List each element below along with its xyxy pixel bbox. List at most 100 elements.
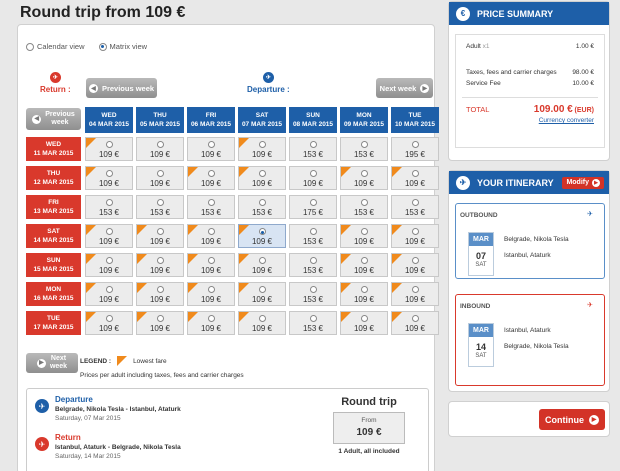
fare-radio[interactable] <box>156 170 164 177</box>
fare-radio[interactable] <box>207 315 215 322</box>
fare-cell[interactable]: 153 € <box>340 137 388 161</box>
fare-radio[interactable] <box>360 257 368 264</box>
fare-radio[interactable] <box>207 228 215 235</box>
continue-button[interactable]: Continue ▶ <box>539 409 605 430</box>
fare-cell[interactable]: 109 € <box>85 224 133 248</box>
previous-week-column-button[interactable]: ◀ Previous week <box>26 108 81 130</box>
fare-radio[interactable] <box>309 141 317 148</box>
currency-converter-link[interactable]: Currency converter <box>539 117 594 124</box>
fare-cell[interactable]: 175 € <box>289 195 337 219</box>
fare-radio[interactable] <box>309 228 317 235</box>
fare-radio[interactable] <box>360 170 368 177</box>
fare-cell[interactable]: 109 € <box>85 311 133 335</box>
fare-cell[interactable]: 153 € <box>289 282 337 306</box>
fare-cell[interactable]: 109 € <box>340 253 388 277</box>
fare-radio[interactable] <box>411 170 419 177</box>
calendar-view-option[interactable]: Calendar view <box>26 42 85 51</box>
fare-cell[interactable]: 109 € <box>340 166 388 190</box>
fare-cell[interactable]: 195 € <box>391 137 439 161</box>
fare-cell[interactable]: 109 € <box>289 166 337 190</box>
fare-cell[interactable]: 153 € <box>340 195 388 219</box>
fare-radio[interactable] <box>258 199 266 206</box>
fare-radio[interactable] <box>309 315 317 322</box>
fare-cell[interactable]: 153 € <box>289 311 337 335</box>
fare-radio[interactable] <box>360 141 368 148</box>
fare-radio[interactable] <box>105 170 113 177</box>
fare-radio[interactable] <box>258 170 266 177</box>
fare-radio[interactable] <box>411 315 419 322</box>
fare-radio[interactable] <box>411 199 419 206</box>
fare-cell[interactable]: 109 € <box>187 311 235 335</box>
next-week-button[interactable]: Next week ▶ <box>376 78 433 98</box>
fare-radio[interactable] <box>309 170 317 177</box>
fare-cell[interactable]: 109 € <box>136 137 184 161</box>
fare-cell[interactable]: 109 € <box>187 253 235 277</box>
fare-cell[interactable]: 109 € <box>136 224 184 248</box>
fare-radio[interactable] <box>207 257 215 264</box>
fare-radio[interactable] <box>360 199 368 206</box>
fare-cell[interactable]: 153 € <box>238 195 286 219</box>
fare-radio[interactable] <box>309 199 317 206</box>
fare-cell[interactable]: 153 € <box>289 253 337 277</box>
fare-radio[interactable] <box>411 141 419 148</box>
previous-week-button[interactable]: ◀ Previous week <box>86 78 157 98</box>
fare-cell[interactable]: 109 € <box>238 311 286 335</box>
fare-cell[interactable]: 153 € <box>289 224 337 248</box>
fare-cell[interactable]: 109 € <box>238 166 286 190</box>
fare-radio[interactable] <box>105 315 113 322</box>
fare-cell[interactable]: 153 € <box>289 137 337 161</box>
fare-radio[interactable] <box>258 141 266 148</box>
fare-cell[interactable]: 109 € <box>187 282 235 306</box>
fare-cell[interactable]: 109 € <box>238 224 286 248</box>
fare-cell[interactable]: 153 € <box>391 195 439 219</box>
fare-radio[interactable] <box>105 286 113 293</box>
fare-cell[interactable]: 109 € <box>238 282 286 306</box>
fare-radio[interactable] <box>156 315 164 322</box>
fare-cell[interactable]: 109 € <box>136 311 184 335</box>
fare-cell[interactable]: 109 € <box>238 137 286 161</box>
fare-cell[interactable]: 109 € <box>391 166 439 190</box>
fare-cell[interactable]: 109 € <box>340 282 388 306</box>
fare-cell[interactable]: 153 € <box>85 195 133 219</box>
fare-radio[interactable] <box>309 286 317 293</box>
fare-radio[interactable] <box>258 286 266 293</box>
fare-radio[interactable] <box>207 141 215 148</box>
fare-cell[interactable]: 153 € <box>187 195 235 219</box>
fare-radio[interactable] <box>156 141 164 148</box>
modify-button[interactable]: Modify ▶ <box>562 176 604 189</box>
fare-cell[interactable]: 109 € <box>391 311 439 335</box>
matrix-view-radio[interactable] <box>98 42 107 51</box>
fare-radio[interactable] <box>258 228 266 235</box>
fare-radio[interactable] <box>360 315 368 322</box>
fare-cell[interactable]: 109 € <box>85 166 133 190</box>
fare-radio[interactable] <box>105 141 113 148</box>
fare-radio[interactable] <box>411 257 419 264</box>
fare-radio[interactable] <box>258 257 266 264</box>
fare-cell[interactable]: 109 € <box>85 282 133 306</box>
fare-cell[interactable]: 109 € <box>187 166 235 190</box>
fare-cell[interactable]: 109 € <box>136 166 184 190</box>
fare-radio[interactable] <box>105 228 113 235</box>
fare-radio[interactable] <box>207 286 215 293</box>
fare-cell[interactable]: 109 € <box>136 253 184 277</box>
fare-radio[interactable] <box>309 257 317 264</box>
fare-cell[interactable]: 109 € <box>187 224 235 248</box>
fare-radio[interactable] <box>105 199 113 206</box>
fare-radio[interactable] <box>411 228 419 235</box>
fare-radio[interactable] <box>156 199 164 206</box>
fare-radio[interactable] <box>360 286 368 293</box>
fare-cell[interactable]: 109 € <box>238 253 286 277</box>
fare-cell[interactable]: 109 € <box>187 137 235 161</box>
fare-cell[interactable]: 109 € <box>136 282 184 306</box>
fare-radio[interactable] <box>105 257 113 264</box>
fare-radio[interactable] <box>207 199 215 206</box>
fare-cell[interactable]: 109 € <box>85 253 133 277</box>
fare-cell[interactable]: 109 € <box>391 224 439 248</box>
fare-cell[interactable]: 153 € <box>136 195 184 219</box>
fare-cell[interactable]: 109 € <box>85 137 133 161</box>
next-week-row-button[interactable]: ▶ Next week <box>26 353 78 373</box>
fare-radio[interactable] <box>258 315 266 322</box>
fare-cell[interactable]: 109 € <box>340 311 388 335</box>
fare-cell[interactable]: 109 € <box>391 282 439 306</box>
matrix-view-option[interactable]: Matrix view <box>98 42 147 51</box>
